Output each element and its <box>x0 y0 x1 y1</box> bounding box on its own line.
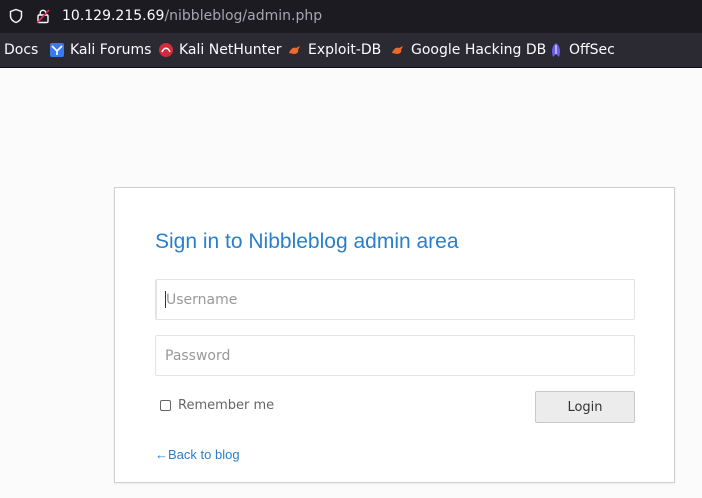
offsec-icon <box>552 43 560 57</box>
bookmark-kali-nethunter[interactable]: Kali NetHunter <box>158 33 281 67</box>
bookmark-offsec[interactable]: OffSec <box>548 33 615 67</box>
bookmarks-toolbar: Docs Kali Forums Kali NetHunter Exploit-… <box>0 33 702 68</box>
bookmark-docs[interactable]: Docs <box>4 33 38 67</box>
username-input[interactable] <box>155 279 635 320</box>
address-field[interactable]: 10.129.215.69/nibbleblog/admin.php <box>62 0 322 33</box>
bookmark-label: Exploit-DB <box>308 42 382 58</box>
insecure-lock-icon[interactable] <box>35 8 51 24</box>
password-input[interactable] <box>155 335 635 376</box>
exploit-db-icon <box>289 46 300 54</box>
bookmark-exploit-db[interactable]: Exploit-DB <box>287 33 381 67</box>
bookmark-label: Kali NetHunter <box>179 42 282 58</box>
bookmark-kali-forums[interactable]: Kali Forums <box>49 33 151 67</box>
bookmark-label: Kali Forums <box>70 42 152 58</box>
bookmark-label: OffSec <box>569 42 615 58</box>
url-host: 10.129.215.69 <box>62 8 165 24</box>
bookmark-label: Google Hacking DB <box>411 42 547 58</box>
bookmark-label: Docs <box>4 42 39 58</box>
kali-forums-icon <box>50 43 64 57</box>
login-panel: Sign in to Nibbleblog admin area Remembe… <box>114 187 675 483</box>
remember-me-label[interactable]: Remember me <box>178 398 274 413</box>
shield-icon[interactable] <box>8 8 24 24</box>
login-button[interactable]: Login <box>535 391 635 423</box>
remember-me-checkbox[interactable] <box>160 400 171 411</box>
remember-me[interactable]: Remember me <box>160 398 274 413</box>
bookmark-google-hacking-db[interactable]: Google Hacking DB <box>390 33 546 67</box>
url-path: /nibbleblog/admin.php <box>164 8 323 24</box>
url-bar[interactable]: 10.129.215.69/nibbleblog/admin.php <box>0 0 702 33</box>
back-to-blog-link[interactable]: ←Back to blog <box>155 447 240 462</box>
google-hacking-db-icon <box>392 46 403 54</box>
page-title: Sign in to Nibbleblog admin area <box>155 230 459 253</box>
kali-nethunter-icon <box>159 43 173 57</box>
text-cursor <box>165 291 166 308</box>
